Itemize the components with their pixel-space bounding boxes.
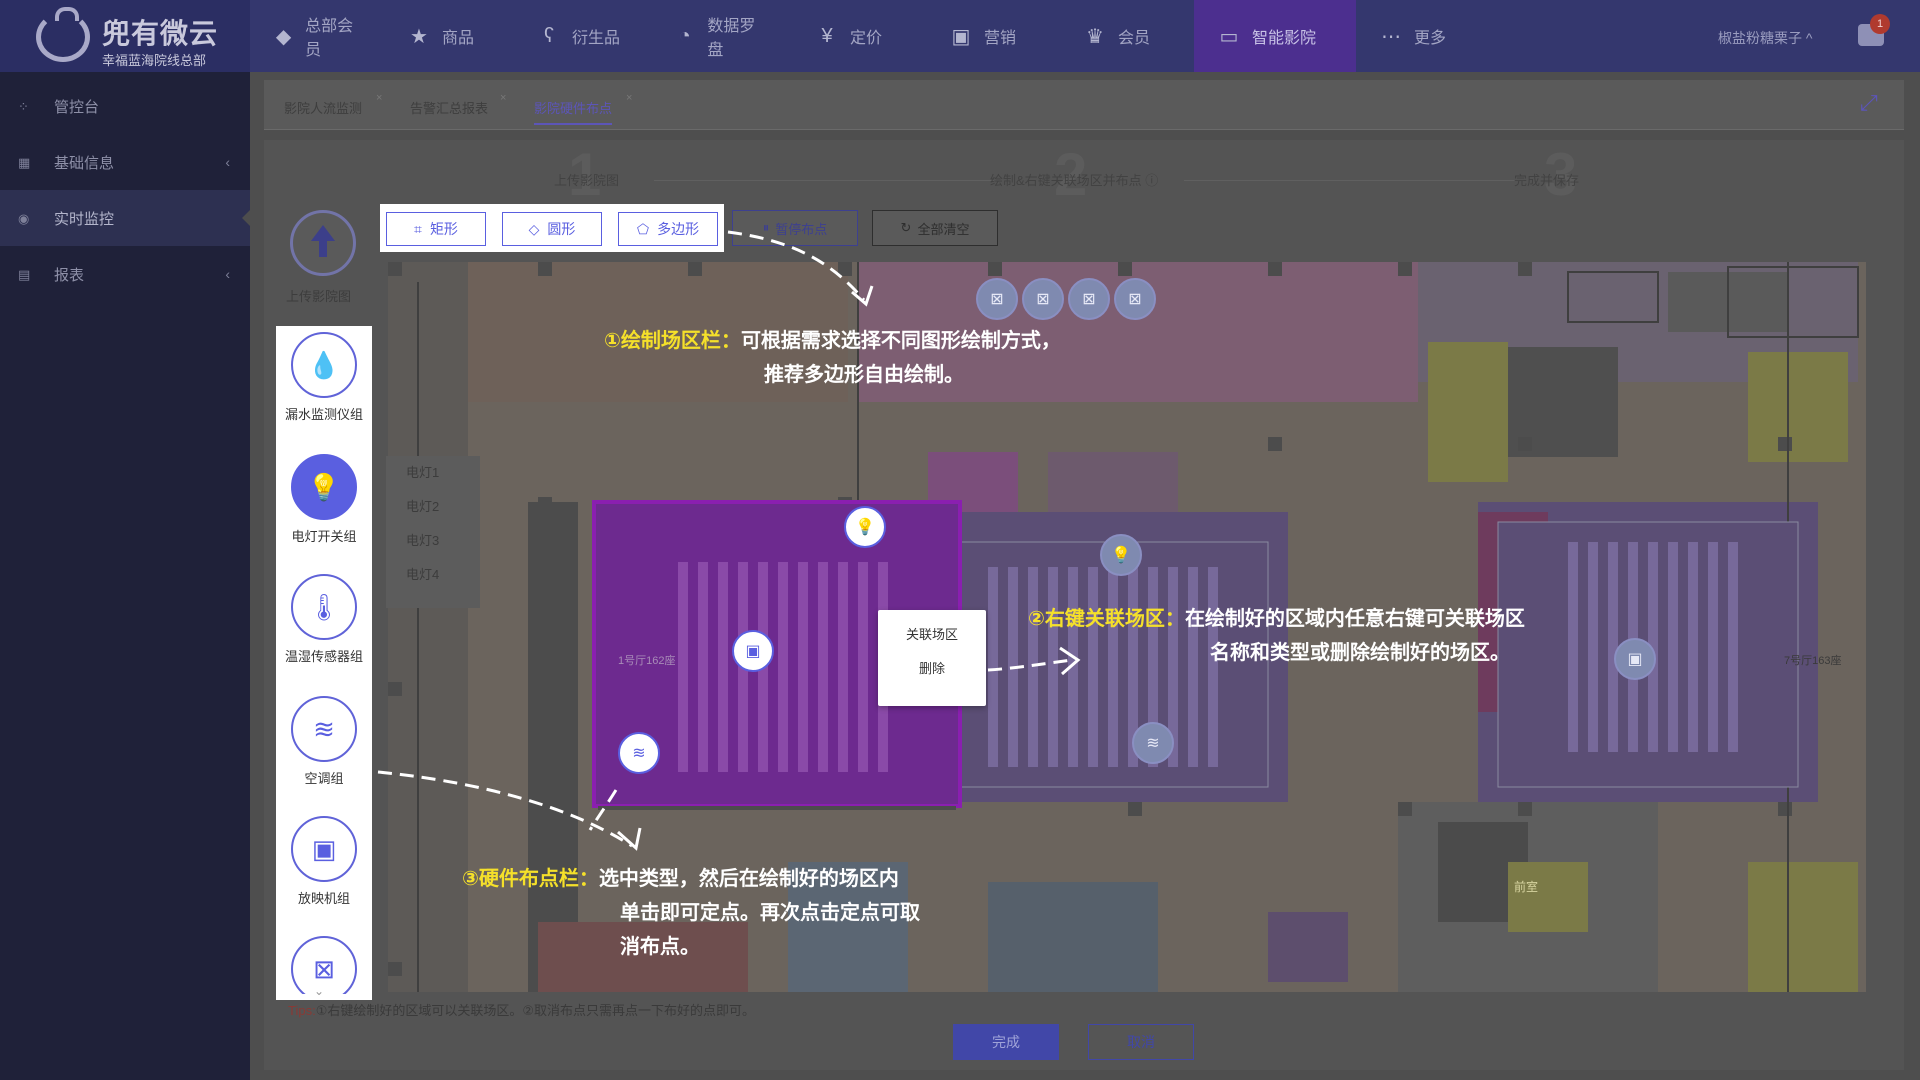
- done-button[interactable]: 完成: [953, 1024, 1059, 1060]
- annotation-text: 在绘制好的区域内任意右键可关联场区: [1184, 608, 1525, 630]
- tips-body: ①右键绘制好的区域可以关联场区。②取消布点只需再点一下布好的点即可。: [315, 1003, 756, 1018]
- annotation-text: 推荐多边形自由绘制。: [764, 364, 964, 386]
- annotation-text: 可根据需求选择不同图形绘制方式，: [740, 330, 1061, 352]
- annotation-draw-zone: ①绘制场区栏：可根据需求选择不同图形绘制方式， 推荐多边形自由绘制。: [604, 324, 1061, 392]
- annotation-text: 消布点。: [620, 936, 700, 958]
- annotation-title: ③硬件布点栏：: [462, 868, 599, 890]
- cancel-button[interactable]: 取消: [1088, 1024, 1194, 1060]
- annotation-title: ②右键关联场区：: [1028, 608, 1185, 630]
- annotation-hardware-panel: ③硬件布点栏：选中类型，然后在绘制好的场区内 单击即可定点。再次点击定点可取 消…: [462, 862, 920, 964]
- tips-text: Tips:①右键绘制好的区域可以关联场区。②取消布点只需再点一下布好的点即可。: [288, 1000, 755, 1019]
- annotation-right-click: ②右键关联场区：在绘制好的区域内任意右键可关联场区 名称和类型或删除绘制好的场区…: [1028, 602, 1525, 670]
- annotation-text: 名称和类型或删除绘制好的场区。: [1210, 642, 1510, 664]
- annotation-title: ①绘制场区栏：: [604, 330, 741, 352]
- annotation-text: 单击即可定点。再次点击定点可取: [620, 902, 920, 924]
- annotation-text: 选中类型，然后在绘制好的场区内: [598, 868, 899, 890]
- tips-prefix: Tips:: [288, 1003, 316, 1018]
- annotation-arrows: [377, 230, 1081, 851]
